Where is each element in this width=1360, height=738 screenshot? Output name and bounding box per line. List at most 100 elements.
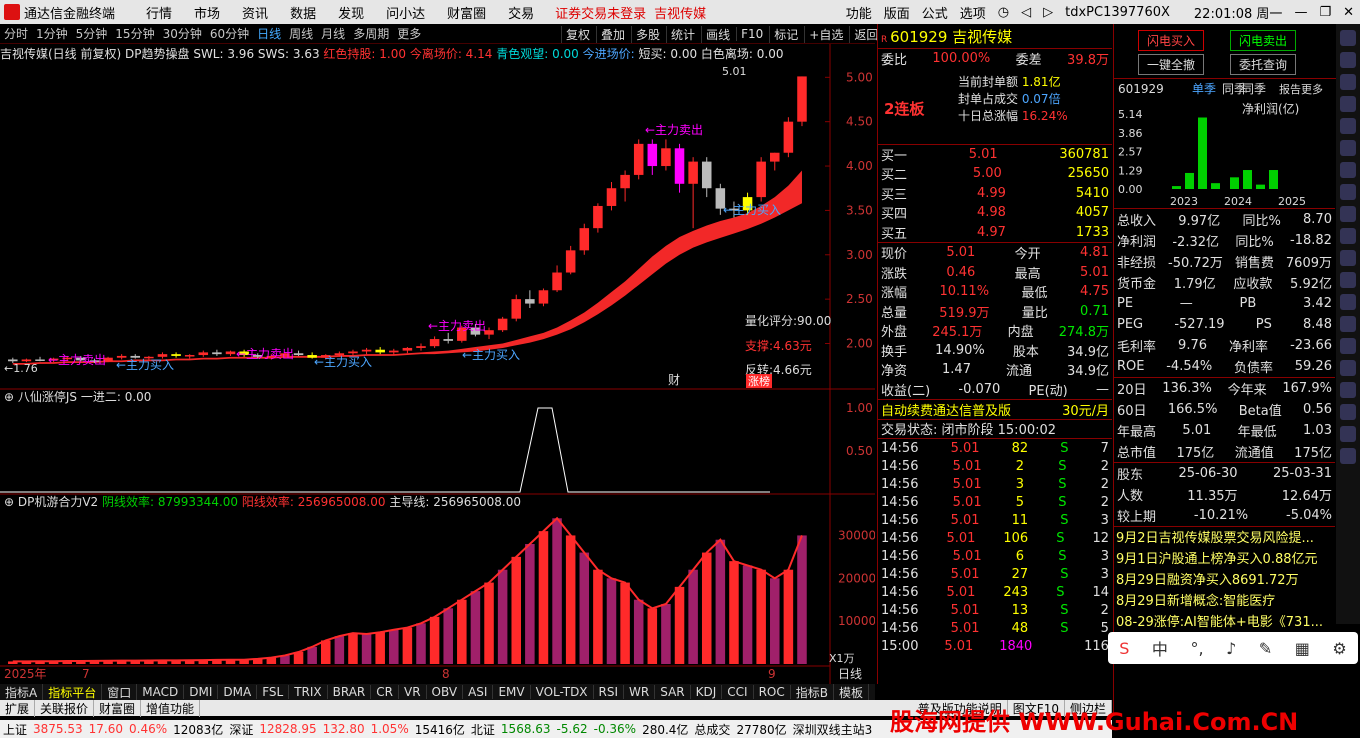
side-icon-2[interactable] bbox=[1340, 52, 1356, 68]
indicator-tab-16[interactable]: WR bbox=[624, 685, 656, 699]
indicator-tab-6[interactable]: FSL bbox=[257, 685, 290, 699]
menu-7[interactable]: 交易 bbox=[508, 7, 534, 22]
ext-tab-1[interactable]: 关联报价 bbox=[35, 699, 95, 717]
tool-6[interactable]: 标记 bbox=[769, 25, 802, 43]
tool-0[interactable]: 复权 bbox=[561, 25, 594, 43]
period-5[interactable]: 60分钟 bbox=[210, 25, 249, 42]
indicator-tab-14[interactable]: VOL-TDX bbox=[531, 685, 594, 699]
period-3[interactable]: 15分钟 bbox=[115, 25, 154, 42]
news-item-1[interactable]: 9月1日沪股通上榜净买入0.88亿元 bbox=[1114, 548, 1335, 569]
menu-6[interactable]: 财富圈 bbox=[447, 7, 486, 22]
ext-tab-2[interactable]: 财富圈 bbox=[94, 699, 142, 717]
indicator-tab-1[interactable]: 指标平台 bbox=[43, 683, 103, 701]
tool-2[interactable]: 多股 bbox=[631, 25, 664, 43]
history-icon[interactable]: ◷ bbox=[998, 5, 1009, 20]
f3-tab-1-label[interactable]: 同季 bbox=[1222, 82, 1246, 96]
menu-5[interactable]: 问小达 bbox=[386, 7, 425, 22]
side-icon-3[interactable] bbox=[1340, 74, 1356, 90]
side-icon-17[interactable] bbox=[1340, 382, 1356, 398]
tool-4[interactable]: 画线 bbox=[701, 25, 734, 43]
indicator-tab-3[interactable]: MACD bbox=[137, 685, 185, 699]
period-9[interactable]: 多周期 bbox=[353, 25, 389, 42]
side-icon-10[interactable] bbox=[1340, 228, 1356, 244]
menu-0[interactable]: 行情 bbox=[146, 7, 172, 22]
ext-tab-0[interactable]: 扩展 bbox=[0, 699, 36, 717]
side-icon-7[interactable] bbox=[1340, 162, 1356, 178]
period-10[interactable]: 更多 bbox=[397, 25, 421, 42]
side-icon-16[interactable] bbox=[1340, 360, 1356, 376]
side-icon-20[interactable] bbox=[1340, 448, 1356, 464]
period-8[interactable]: 月线 bbox=[321, 25, 345, 42]
trade-login-alert[interactable]: 证券交易未登录 bbox=[555, 3, 646, 22]
indicator-tab-11[interactable]: OBV bbox=[427, 685, 464, 699]
back-icon[interactable]: ◁ bbox=[1021, 5, 1031, 20]
indicator-tab-13[interactable]: EMV bbox=[493, 685, 531, 699]
cancel-all-button[interactable]: 一键全撤 bbox=[1138, 54, 1205, 75]
right-menu-3[interactable]: 选项 bbox=[960, 3, 986, 22]
side-icon-4[interactable] bbox=[1340, 96, 1356, 112]
side-icon-8[interactable] bbox=[1340, 184, 1356, 200]
indicator-tab-21[interactable]: 指标B bbox=[791, 683, 834, 701]
menu-3[interactable]: 数据 bbox=[290, 7, 316, 22]
side-icon-18[interactable] bbox=[1340, 404, 1356, 420]
indicator-tab-17[interactable]: SAR bbox=[655, 685, 691, 699]
alert-stock[interactable]: 吉视传媒 bbox=[654, 3, 706, 22]
promo-text[interactable]: 自动续费通达信普及版 bbox=[881, 400, 1011, 419]
menu-1[interactable]: 市场 bbox=[194, 7, 220, 22]
period-0[interactable]: 分时 bbox=[4, 25, 28, 42]
right-menu-2[interactable]: 公式 bbox=[922, 3, 948, 22]
f3-tab-0[interactable]: 单季 bbox=[1192, 82, 1216, 96]
side-icon-1[interactable] bbox=[1340, 30, 1356, 46]
indicator-tab-8[interactable]: BRAR bbox=[328, 685, 372, 699]
finance-marker[interactable]: 财 bbox=[668, 373, 680, 387]
indicator-tab-5[interactable]: DMA bbox=[218, 685, 258, 699]
kline-chart[interactable]: 5.00 4.50 4.00 3.50 3.00 2.50 2.00 5.01 ←1.76 ←主力… bbox=[0, 44, 875, 684]
period-6[interactable]: 日线 bbox=[257, 25, 281, 42]
minimize-icon[interactable]: — bbox=[1294, 5, 1307, 20]
indicator-tab-20[interactable]: ROC bbox=[754, 685, 791, 699]
indicator-tab-12[interactable]: ASI bbox=[463, 685, 494, 699]
indicator-tab-2[interactable]: 窗口 bbox=[102, 683, 138, 701]
indicator-tab-0[interactable]: 指标A bbox=[0, 683, 44, 701]
forward-icon[interactable]: ▷ bbox=[1043, 5, 1053, 20]
indicator-tab-9[interactable]: CR bbox=[371, 685, 399, 699]
side-icon-12[interactable] bbox=[1340, 272, 1356, 288]
indicator-tab-19[interactable]: CCI bbox=[722, 685, 754, 699]
period-4[interactable]: 30分钟 bbox=[163, 25, 202, 42]
indicator-tab-7[interactable]: TRIX bbox=[289, 685, 328, 699]
flash-sell-button[interactable]: 闪电卖出 bbox=[1230, 30, 1297, 51]
close-icon[interactable]: ✕ bbox=[1343, 5, 1354, 20]
side-icon-15[interactable] bbox=[1340, 338, 1356, 354]
ext-tab-3[interactable]: 增值功能 bbox=[141, 699, 201, 717]
indicator-tab-15[interactable]: RSI bbox=[594, 685, 625, 699]
side-icon-11[interactable] bbox=[1340, 250, 1356, 266]
indicator-tab-4[interactable]: DMI bbox=[184, 685, 219, 699]
indicator-tab-22[interactable]: 模板 bbox=[834, 683, 869, 701]
news-item-0[interactable]: 9月2日吉视传媒股票交易风险提... bbox=[1114, 527, 1335, 548]
tool-3[interactable]: 统计 bbox=[666, 25, 699, 43]
side-icon-9[interactable] bbox=[1340, 206, 1356, 222]
flash-buy-button[interactable]: 闪电买入 bbox=[1138, 30, 1205, 51]
period-1[interactable]: 1分钟 bbox=[36, 25, 68, 42]
side-icon-6[interactable] bbox=[1340, 140, 1356, 156]
news-item-3[interactable]: 8月29日新增概念:智能医疗 bbox=[1114, 590, 1335, 611]
right-menu-0[interactable]: 功能 bbox=[846, 3, 872, 22]
ime-toolbar[interactable]: S 中 °, ♪ ✎ ▦ ⚙ bbox=[1108, 632, 1358, 664]
menu-2[interactable]: 资讯 bbox=[242, 7, 268, 22]
period-2[interactable]: 5分钟 bbox=[76, 25, 108, 42]
side-icon-5[interactable] bbox=[1340, 118, 1356, 134]
menu-4[interactable]: 发现 bbox=[338, 7, 364, 22]
period-indicator[interactable]: 日线 bbox=[838, 667, 862, 681]
maximize-icon[interactable]: ❐ bbox=[1319, 5, 1331, 20]
f3-more[interactable]: 报告更多 bbox=[1279, 82, 1323, 96]
side-icon-14[interactable] bbox=[1340, 316, 1356, 332]
right-menu-1[interactable]: 版面 bbox=[884, 3, 910, 22]
side-icon-13[interactable] bbox=[1340, 294, 1356, 310]
order-query-button[interactable]: 委托查询 bbox=[1230, 54, 1297, 75]
indicator-tab-18[interactable]: KDJ bbox=[691, 685, 723, 699]
side-icon-19[interactable] bbox=[1340, 426, 1356, 442]
news-item-2[interactable]: 8月29日融资净买入8691.72万 bbox=[1114, 569, 1335, 590]
news-item-4[interactable]: 08-29涨停:AI智能体+电影《731... bbox=[1114, 611, 1335, 632]
indicator-tab-10[interactable]: VR bbox=[399, 685, 427, 699]
tool-1[interactable]: 叠加 bbox=[596, 25, 629, 43]
